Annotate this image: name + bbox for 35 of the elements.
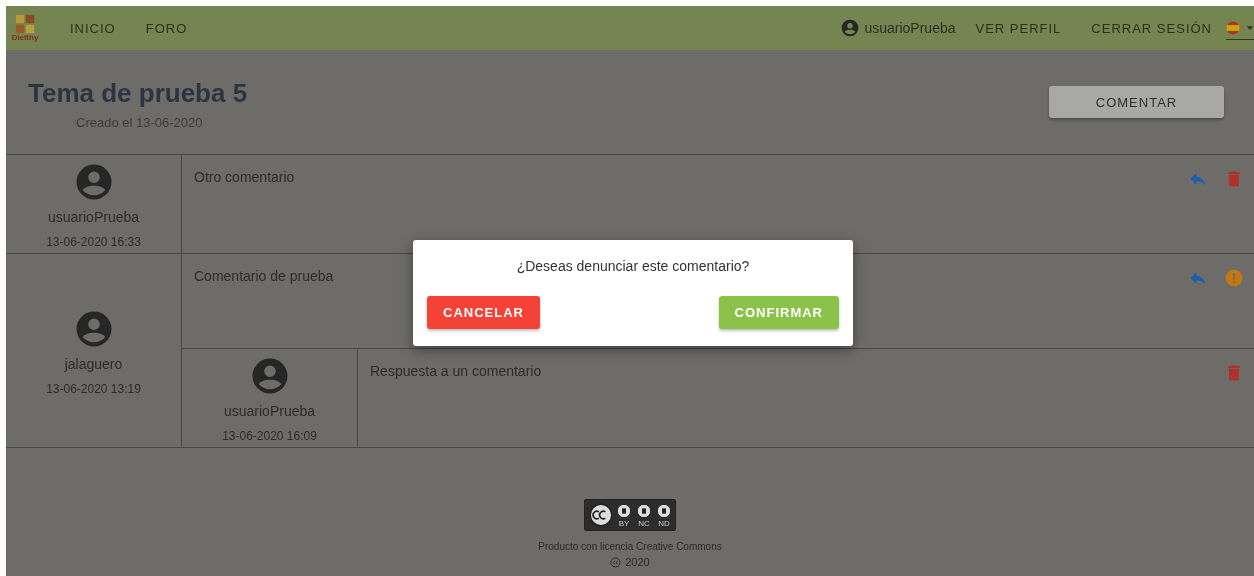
account-icon	[840, 18, 861, 38]
user-name: usuarioPrueba	[864, 20, 956, 36]
caret-icon	[1246, 23, 1254, 32]
license-term-icon	[616, 502, 632, 519]
copyright-year: 2020	[625, 556, 650, 568]
nav-link[interactable]: CERRAR SESIÓN	[1091, 20, 1212, 36]
nav-link[interactable]: INICIO	[70, 20, 116, 36]
comment-date: 13-06-2020 16:09	[222, 429, 317, 443]
dialog-message: ¿Deseas denunciar este comentario?	[516, 258, 750, 274]
comment-text: Respuesta a un comentario	[370, 363, 542, 381]
author-name: usuarioPrueba	[47, 209, 140, 225]
author-name: jalaguero	[64, 355, 123, 372]
license-term-icon	[636, 502, 652, 519]
author-name: usuarioPrueba	[223, 403, 316, 419]
copyright-icon	[610, 556, 622, 568]
badge-label: NC	[637, 518, 651, 528]
license-term-icon	[656, 502, 672, 519]
comment-date: 13-06-2020 16:33	[46, 235, 141, 249]
license-text: Producto con licencia Creative Commons	[538, 541, 722, 552]
comment-button[interactable]: COMENTAR	[1049, 86, 1224, 118]
topic-title: Tema de prueba 5	[28, 78, 248, 109]
cc-icon	[588, 502, 614, 528]
alert-icon[interactable]	[1224, 268, 1244, 288]
nav-link[interactable]: FORO	[145, 20, 188, 36]
comment-date: 13-06-2020 13:19	[46, 381, 141, 396]
comment-text: Otro comentario	[194, 169, 295, 187]
badge-label: BY	[617, 518, 631, 528]
flag-icon	[1226, 20, 1240, 35]
confirm-button[interactable]: CONFIRMAR	[718, 296, 839, 329]
comment-text: Comentario de prueba	[194, 268, 334, 286]
nav-link[interactable]: VER PERFIL	[975, 20, 1062, 36]
logo-icon	[14, 14, 36, 34]
badge-label: ND	[657, 518, 671, 528]
logo: Dielthy	[10, 14, 40, 42]
cancel-button[interactable]: CANCELAR	[427, 296, 540, 329]
